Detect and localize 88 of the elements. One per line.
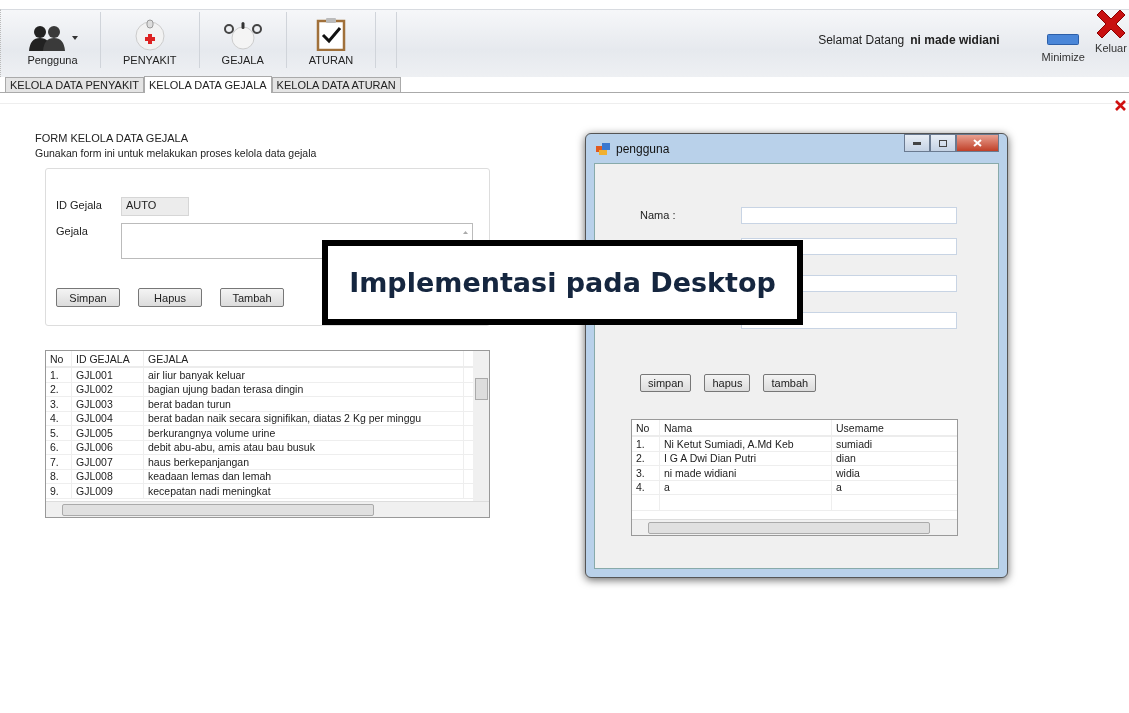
tab[interactable]: KELOLA DATA PENYAKIT [5,77,144,92]
table-cell: berat badan naik secara signifikan, diatas 2 Kg per minggu [144,411,464,425]
table-cell: 1. [46,368,72,382]
table-cell: GJL004 [72,411,144,425]
table-cell: 2. [46,382,72,396]
table-cell: 8. [46,469,72,483]
toolbar-button[interactable]: Pengguna [15,10,90,70]
minimize-icon [913,141,921,145]
column-header[interactable]: Usemame [832,420,957,435]
table-cell: keadaan lemas dan lemah [144,469,464,483]
caption-text: Implementasi pada Desktop [349,267,776,298]
exit-button[interactable]: Keluar [1089,6,1129,54]
table-cell-text: widia [835,466,861,480]
tab[interactable]: KELOLA DATA GEJALA [144,76,272,93]
table-cell: 2. [632,451,660,465]
horizontal-scrollbar[interactable] [46,501,489,517]
table-cell-text: sumiadi [835,437,874,451]
scroll-up-icon [463,231,468,234]
table-cell: GJL002 [72,382,144,396]
form-button[interactable]: Simpan [56,288,120,307]
table-cell: I G A Dwi Dian Putri [660,451,832,465]
users-icon [27,25,67,51]
welcome-text: Selamat Datang [818,33,905,47]
table-cell: a [660,480,832,494]
column-header[interactable]: ID GEJALA [72,351,144,366]
table-cell: 3. [632,466,660,480]
maximize-button[interactable] [930,134,956,152]
table-cell: 3. [46,397,72,411]
id-field[interactable]: AUTO [121,197,189,216]
toolbar-button[interactable]: GEJALA [209,10,276,70]
form-title: FORM KELOLA DATA GEJALA [35,132,190,144]
table-cell-text: a [835,480,843,494]
form-button[interactable]: simpan [640,374,692,392]
table-cell: 6. [46,440,72,454]
table-cell: Ni Ketut Sumiadi, A.Md Keb [660,437,832,451]
table-cell: debit abu-abu, amis atau bau busuk [144,440,464,454]
table-cell: kecepatan nadi meningkat [144,484,464,498]
column-header[interactable]: No [46,351,72,366]
table-cell: berkurangnya volume urine [144,426,464,440]
field-label: Nama : [640,209,677,221]
form-description: Gunakan form ini untuk melakukan proses kelola data gejala [35,147,318,159]
window-title: pengguna [616,141,670,156]
field-label: Gejala [56,224,89,237]
table-cell: GJL008 [72,469,144,483]
clipboard-check-icon [316,17,346,51]
user-name: ni made widiani [910,33,1000,47]
table-cell: GJL003 [72,397,144,411]
table-cell: bagian ujung badan terasa dingin [144,382,464,396]
horizontal-scrollbar[interactable] [632,519,957,535]
vertical-scrollbar[interactable] [473,351,489,502]
table-cell: GJL005 [72,426,144,440]
form-button[interactable]: tambah [763,374,817,392]
form-button[interactable]: Hapus [138,288,202,307]
minimize-button[interactable]: Minimize [1037,34,1089,63]
input-field[interactable] [741,206,957,224]
table-cell: GJL006 [72,440,144,454]
table-cell: ni made widiani [660,466,832,480]
toolbar-button[interactable]: ATURAN [296,10,366,70]
form-button[interactable]: Tambah [220,288,284,307]
table-cell: GJL007 [72,455,144,469]
tab[interactable]: KELOLA DATA ATURAN [271,77,401,92]
app-icon [596,142,610,155]
table-cell: haus berkepanjangan [144,455,464,469]
table-cell: 5. [46,426,72,440]
table-cell: 7. [46,455,72,469]
close-icon[interactable] [1115,100,1126,111]
toolbar-button[interactable]: PENYAKIT [111,10,189,70]
table-cell: air liur banyak keluar [144,368,464,382]
form-button[interactable]: hapus [704,374,751,392]
table-cell: GJL009 [72,484,144,498]
table-cell: 4. [46,411,72,425]
minimize-button[interactable] [904,134,930,152]
column-header[interactable]: GEJALA [144,351,464,366]
table-cell: GJL001 [72,368,144,382]
stethoscope-icon [222,19,263,51]
table-cell: 4. [632,480,660,494]
close-button[interactable] [956,134,999,152]
field-label: ID Gejala [56,198,103,211]
column-header[interactable]: Nama [660,420,832,435]
minimize-icon [1047,34,1080,45]
close-icon [973,139,982,147]
table-cell-text: dian [835,451,857,465]
table-cell: 9. [46,484,72,498]
first-aid-icon [132,19,167,51]
column-header[interactable]: No [632,420,660,435]
table-cell: berat badan turun [144,397,464,411]
maximize-icon [939,139,947,147]
table-cell: 1. [632,437,660,451]
